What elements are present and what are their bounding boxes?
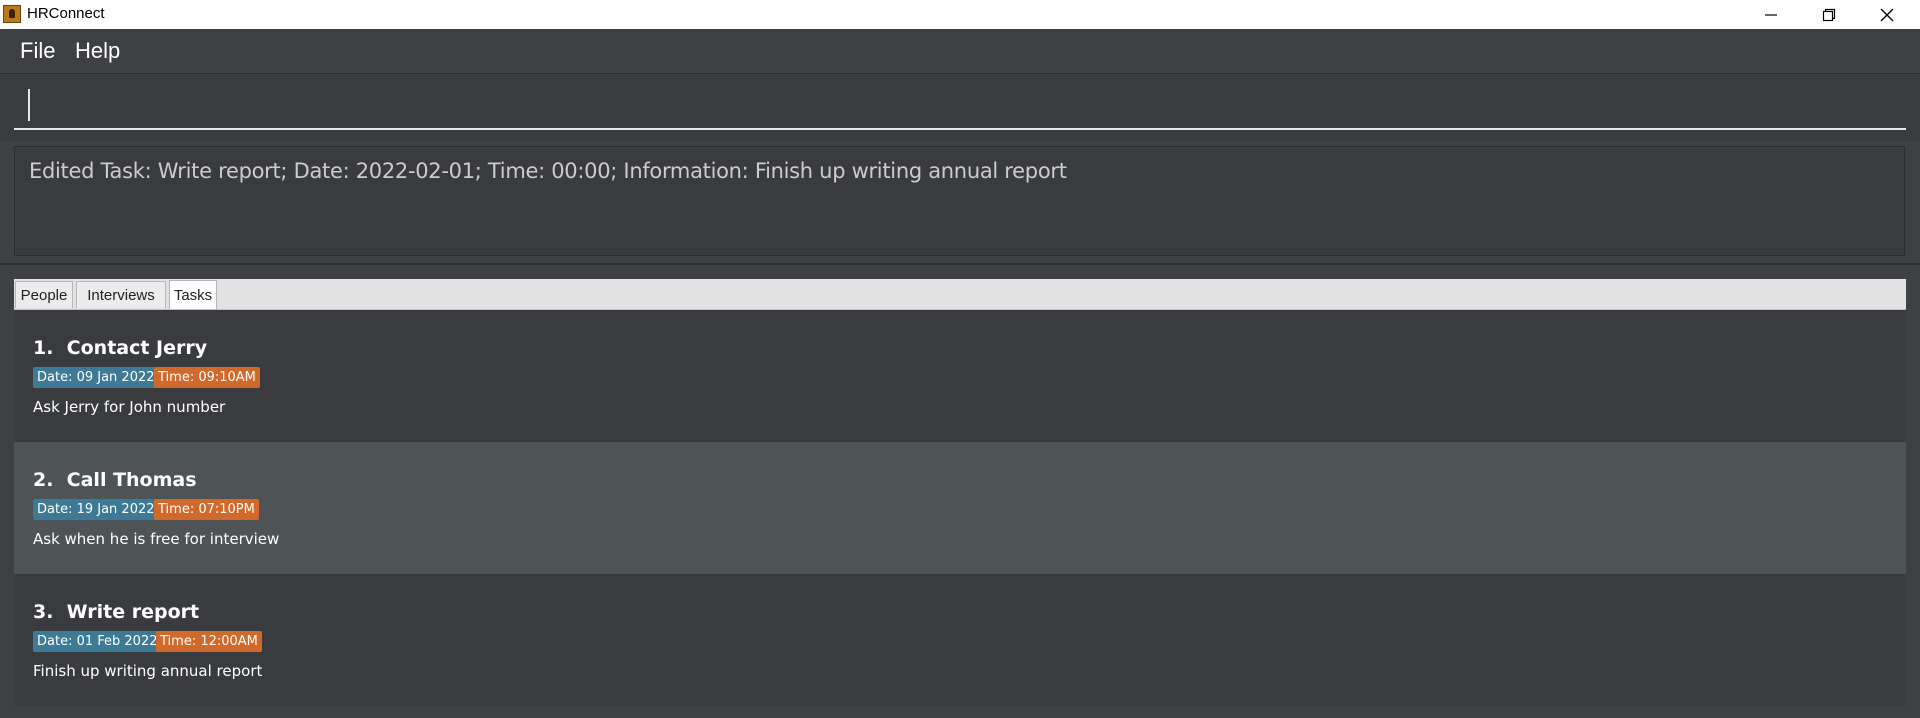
task-info: Ask Jerry for John number (33, 398, 226, 416)
date-tag: Date: 19 Jan 2022 (33, 499, 159, 520)
title-bar: HRConnect (0, 0, 1920, 29)
result-text: Edited Task: Write report; Date: 2022-02… (29, 159, 1067, 183)
restore-icon (1822, 8, 1836, 21)
task-title: 3. Write report (33, 601, 200, 623)
menu-help[interactable]: Help (75, 38, 120, 64)
time-tag: Time: 12:00AM (156, 631, 262, 652)
task-card[interactable]: 1. Contact Jerry Date: 09 Jan 2022 Time:… (14, 310, 1906, 442)
time-tag: Time: 09:10AM (154, 367, 260, 388)
date-tag: Date: 01 Feb 2022 (33, 631, 162, 652)
minimize-icon (1765, 13, 1777, 16)
restore-button[interactable] (1800, 0, 1858, 29)
app-icon (3, 5, 21, 23)
close-icon (1880, 8, 1894, 21)
command-input[interactable] (14, 84, 1906, 130)
close-button[interactable] (1858, 0, 1916, 29)
tab-people[interactable]: People (15, 281, 73, 308)
tab-bar: People Interviews Tasks (14, 279, 1906, 310)
task-title: 1. Contact Jerry (33, 337, 208, 359)
tab-tasks[interactable]: Tasks (169, 280, 217, 309)
time-tag: Time: 07:10PM (154, 499, 259, 520)
menu-bar: File Help (0, 29, 1920, 73)
task-title: 2. Call Thomas (33, 469, 197, 491)
tab-interviews[interactable]: Interviews (76, 281, 166, 308)
result-display: Edited Task: Write report; Date: 2022-02… (14, 146, 1905, 256)
date-tag: Date: 09 Jan 2022 (33, 367, 159, 388)
result-panel: Edited Task: Write report; Date: 2022-02… (0, 141, 1920, 263)
text-caret (28, 89, 30, 121)
command-panel (0, 73, 1920, 142)
task-info: Finish up writing annual report (33, 662, 263, 680)
minimize-button[interactable] (1742, 0, 1800, 29)
task-card-selected[interactable]: 2. Call Thomas Date: 19 Jan 2022 Time: 0… (14, 442, 1906, 574)
task-info: Ask when he is free for interview (33, 530, 280, 548)
task-card[interactable]: 3. Write report Date: 01 Feb 2022 Time: … (14, 574, 1906, 706)
window-title: HRConnect (27, 5, 105, 22)
list-area: People Interviews Tasks 1. Contact Jerry… (0, 263, 1920, 718)
menu-file[interactable]: File (20, 38, 55, 64)
